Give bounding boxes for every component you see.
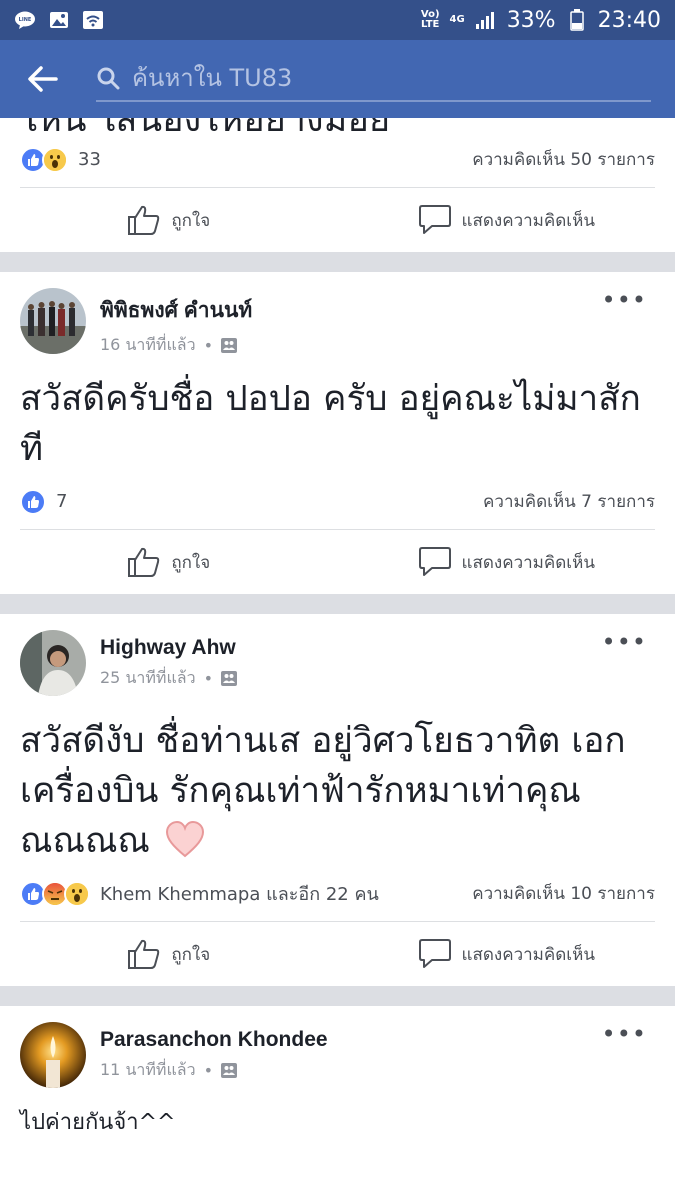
post-card: ไหน ใส่น้องไหอย่างมือย 33 ความคิดเห็น 50…	[0, 118, 675, 252]
post-time-row: 11 นาทีที่แล้ว •	[100, 1058, 328, 1083]
group-audience-icon	[221, 671, 237, 686]
signal-icon	[475, 10, 497, 30]
post-separator	[0, 594, 675, 614]
battery-percent: 33%	[506, 7, 556, 33]
post-actions: ถูกใจ แสดงความคิดเห็น	[0, 530, 675, 594]
post-time[interactable]: 25 นาทีที่แล้ว	[100, 666, 196, 691]
comment-button[interactable]: แสดงความคิดเห็น	[338, 546, 675, 578]
post-meta: Highway Ahw 25 นาทีที่แล้ว •	[100, 630, 237, 691]
reaction-count: 33	[78, 149, 101, 170]
more-options-button[interactable]: •••	[602, 628, 647, 656]
thumbs-up-icon	[128, 939, 160, 969]
avatar[interactable]	[20, 630, 86, 696]
post-card: Highway Ahw 25 นาทีที่แล้ว • ••• สวัสดีง…	[0, 614, 675, 986]
more-options-button[interactable]: •••	[602, 286, 647, 314]
back-arrow-icon	[28, 66, 58, 92]
svg-text:LINE: LINE	[19, 17, 32, 23]
post-card: Parasanchon Khondee 11 นาทีที่แล้ว • •••…	[0, 1006, 675, 1200]
image-icon	[48, 10, 70, 30]
comments-count[interactable]: ความคิดเห็น 50 รายการ	[472, 146, 655, 173]
like-button[interactable]: ถูกใจ	[0, 938, 338, 970]
comments-count[interactable]: ความคิดเห็น 7 รายการ	[483, 488, 655, 515]
post-body: สวัสดีงับ ชื่อท่านเส อยู่วิศวโยธวาทิต เอ…	[20, 721, 626, 861]
post-stats: 7 ความคิดเห็น 7 รายการ	[20, 474, 655, 530]
post-meta: พิพิธพงศ์ คำนนท์ 16 นาทีที่แล้ว •	[100, 288, 252, 358]
comment-bubble-icon	[418, 205, 451, 234]
comment-bubble-icon	[418, 547, 451, 576]
like-button[interactable]: ถูกใจ	[0, 546, 338, 578]
network-type: 4G	[449, 14, 465, 25]
post-separator	[0, 986, 675, 1006]
like-reaction-icon	[20, 488, 46, 515]
avatar[interactable]	[20, 288, 86, 354]
reaction-count: Khem Khemmapa และอีก 22 คน	[100, 884, 379, 905]
more-options-button[interactable]: •••	[602, 1020, 647, 1048]
dot-separator: •	[203, 336, 213, 355]
post-stats: 33 ความคิดเห็น 50 รายการ	[20, 132, 655, 188]
post-time-row: 25 นาทีที่แล้ว •	[100, 666, 237, 691]
author-name[interactable]: Highway Ahw	[100, 636, 237, 660]
post-body: สวัสดีครับชื่อ ปอปอ ครับ อยู่คณะไม่มาสัก…	[20, 379, 641, 469]
search-input[interactable]	[132, 64, 651, 92]
thumbs-up-icon	[128, 547, 160, 577]
author-name[interactable]: พิพิธพงศ์ คำนนท์	[100, 294, 252, 327]
feed: ไหน ใส่น้องไหอย่างมือย 33 ความคิดเห็น 50…	[0, 118, 675, 1200]
post-stats: Khem Khemmapa และอีก 22 คน ความคิดเห็น 1…	[20, 866, 655, 922]
search-header	[0, 40, 675, 118]
post-header: พิพิธพงศ์ คำนนท์ 16 นาทีที่แล้ว • •••	[0, 272, 675, 364]
dot-separator: •	[203, 669, 213, 688]
post-header: Parasanchon Khondee 11 นาทีที่แล้ว • •••	[0, 1006, 675, 1098]
comments-count[interactable]: ความคิดเห็น 10 รายการ	[472, 880, 655, 907]
post-actions: ถูกใจ แสดงความคิดเห็น	[0, 188, 675, 252]
post-body-cutoff: ไหน ใส่น้องไหอย่างมือย	[0, 118, 675, 132]
comment-button[interactable]: แสดงความคิดเห็น	[338, 204, 675, 236]
wow-reaction-icon	[64, 880, 90, 907]
reactions[interactable]: 7	[20, 488, 68, 515]
post-actions: ถูกใจ แสดงความคิดเห็น	[0, 922, 675, 986]
post-separator	[0, 252, 675, 272]
reactions[interactable]: Khem Khemmapa และอีก 22 คน	[20, 879, 379, 908]
back-button[interactable]	[18, 54, 68, 104]
reactions[interactable]: 33	[20, 146, 101, 173]
wow-reaction-icon	[42, 146, 68, 173]
post-meta: Parasanchon Khondee 11 นาทีที่แล้ว •	[100, 1022, 328, 1083]
comment-button[interactable]: แสดงความคิดเห็น	[338, 938, 675, 970]
post-time-row: 16 นาทีที่แล้ว •	[100, 333, 252, 358]
search-icon	[97, 67, 120, 90]
dot-separator: •	[203, 1061, 213, 1080]
post-header: Highway Ahw 25 นาทีที่แล้ว • •••	[0, 614, 675, 706]
heart-emoji-icon	[166, 820, 205, 858]
thumbs-up-icon	[128, 205, 160, 235]
avatar[interactable]	[20, 1022, 86, 1088]
post-card: พิพิธพงศ์ คำนนท์ 16 นาทีที่แล้ว • ••• สว…	[0, 272, 675, 594]
post-body: ไปค่ายกันจ้า^^	[20, 1110, 176, 1135]
volte-indicator: Vo) LTE	[420, 9, 440, 30]
clock: 23:40	[597, 7, 661, 33]
reaction-count: 7	[56, 491, 68, 512]
battery-icon	[566, 9, 588, 31]
wifi-icon	[82, 10, 104, 30]
search-bar[interactable]	[96, 56, 651, 102]
author-name[interactable]: Parasanchon Khondee	[100, 1028, 328, 1052]
status-bar: LINE Vo) LTE 4G 33% 23:40	[0, 0, 675, 40]
group-audience-icon	[221, 1063, 237, 1078]
post-time[interactable]: 11 นาทีที่แล้ว	[100, 1058, 196, 1083]
post-time[interactable]: 16 นาทีที่แล้ว	[100, 333, 196, 358]
group-audience-icon	[221, 338, 237, 353]
like-button[interactable]: ถูกใจ	[0, 204, 338, 236]
line-icon: LINE	[14, 10, 36, 30]
comment-bubble-icon	[418, 939, 451, 968]
